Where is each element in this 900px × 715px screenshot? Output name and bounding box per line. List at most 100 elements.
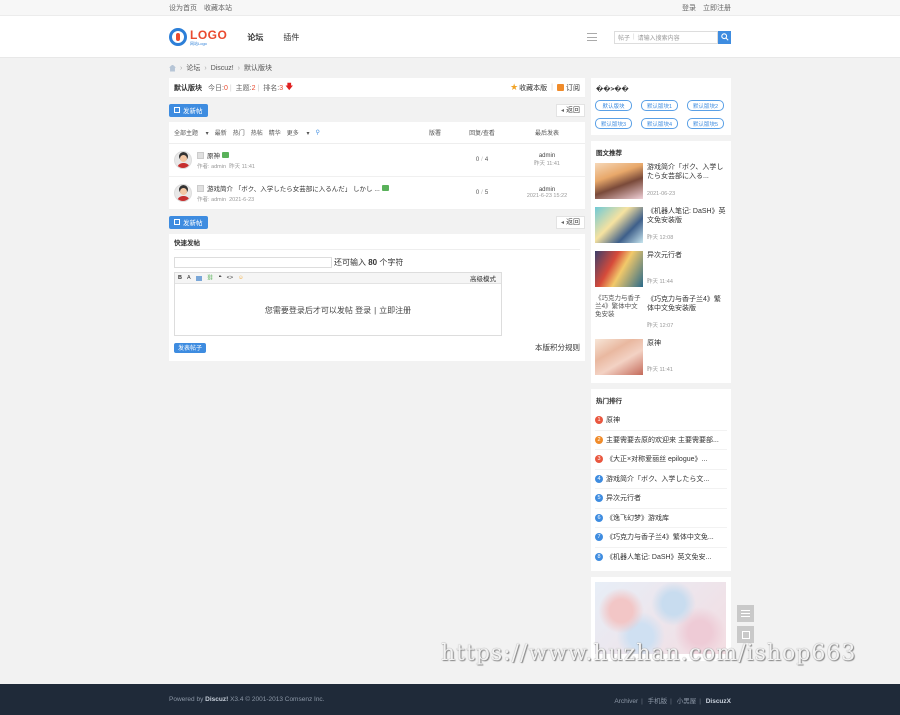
rank-item[interactable]: 8 《机器人笔记: DaSH》英文免安... [595, 548, 727, 568]
image-icon[interactable] [195, 275, 202, 281]
filter-latest[interactable]: 最新 [215, 128, 227, 137]
set-home-link[interactable]: 设为首页 [169, 5, 197, 12]
filter-hot[interactable]: 热门 [233, 128, 245, 137]
thread-title[interactable]: 游戏简介 「ボク、入学したら女芸部に入るんだ」 しかし ... [207, 183, 380, 193]
search-icon [720, 33, 729, 41]
float-list-button[interactable] [737, 605, 754, 622]
rank-item[interactable]: 7 《巧克力与香子兰4》繁体中文免... [595, 528, 727, 548]
pic-thumbnail[interactable] [595, 251, 643, 287]
rank-item[interactable]: 1 原神 [595, 411, 727, 431]
crumb-discuz[interactable]: Discuz! [211, 65, 234, 72]
last-post-time[interactable]: 昨天 11:41 [514, 159, 580, 167]
smile-icon[interactable]: ☺ [238, 275, 244, 281]
crumb-current[interactable]: 默认版块 [244, 63, 272, 73]
rank-count: 3 [279, 84, 284, 92]
back-button[interactable]: 返回 [555, 103, 585, 117]
rank-item[interactable]: 3 《大正×对称爱丽丝 epilogue》... [595, 450, 727, 470]
favorite-site-link[interactable]: 收藏本站 [204, 5, 232, 12]
site-logo[interactable]: LOGO 网站Logo [169, 28, 227, 46]
pic-title[interactable]: 原神 [647, 340, 673, 349]
home-icon[interactable] [169, 64, 176, 72]
main-content: 默认版块 今日:0 | 主题:2 | 排名:3 🡇 ★ 收藏本版 | 订阅 发新帖 … [169, 78, 585, 361]
nav-plugins[interactable]: 插件 [283, 32, 299, 43]
pic-item[interactable]: 原神 昨天 11:41 [591, 339, 731, 383]
submit-post-button[interactable]: 发表帖子 [174, 342, 207, 353]
thread-file-icon [197, 151, 204, 159]
thread-author[interactable]: admin [211, 197, 226, 203]
search-input[interactable]: 帖子 | 请输入搜索内容 [614, 30, 718, 44]
sidebar: ��>�� 默认版块 默认版块1 默认版块2 默认版块3 默认版块4 默认版块5… [591, 78, 731, 667]
thread-title[interactable]: 原神 [207, 150, 220, 160]
pic-thumbnail[interactable] [595, 163, 643, 199]
login-link[interactable]: 登录 [682, 5, 696, 12]
subforum-link[interactable]: 默认版块2 [687, 100, 724, 111]
pic-date: 昨天 12:08 [647, 235, 674, 241]
pic-thumbnail[interactable] [595, 339, 643, 375]
pic-item[interactable]: 异次元行者 昨天 11:44 [591, 251, 731, 295]
code-icon[interactable]: <> [227, 275, 233, 281]
pic-thumbnail[interactable] [595, 207, 643, 243]
search-scope[interactable]: 帖子 [618, 33, 630, 42]
subscribe-link[interactable]: 订阅 [566, 83, 580, 93]
menu-list-icon[interactable] [587, 33, 597, 41]
credit-rules-link[interactable]: 本版积分规则 [535, 342, 580, 353]
nav-forum[interactable]: 论坛 [247, 32, 263, 43]
subforum-title: ��>�� [596, 86, 629, 93]
col-header-2: 回复/查看 [469, 131, 495, 137]
filter-all[interactable]: 全部主题 ▾ [174, 128, 209, 137]
blackroom-link[interactable]: 小黑屋 [677, 698, 697, 705]
link-icon[interactable]: ⛓ [207, 275, 214, 281]
subject-input[interactable] [174, 257, 332, 268]
thread-row[interactable]: 游戏简介 「ボク、入学したら女芸部に入るんだ」 しかし ... 作者: admi… [169, 177, 585, 210]
archiver-link[interactable]: Archiver [614, 698, 638, 705]
new-post-button-bottom[interactable]: 发新帖 [169, 215, 208, 229]
filter-digest[interactable]: 精华 [269, 128, 281, 137]
last-post-time[interactable]: 2021-6-23 15:22 [514, 193, 580, 199]
pic-title[interactable]: 《机器人笔记: DaSH》英文免安装版 [647, 208, 727, 226]
advanced-mode-link[interactable]: 高级模式 [470, 273, 496, 283]
pic-title[interactable]: 异次元行者 [647, 252, 682, 261]
favorite-forum-link[interactable]: 收藏本版 [519, 83, 547, 93]
back-button-bottom[interactable]: 返回 [555, 215, 585, 229]
editor-register-link[interactable]: 立即注册 [379, 305, 411, 316]
discuzx-link[interactable]: DiscuzX [706, 698, 731, 705]
filter-hot-posts[interactable]: 热帖 [251, 128, 263, 137]
register-link[interactable]: 立即注册 [703, 5, 731, 12]
crumb-forum[interactable]: 论坛 [186, 63, 200, 73]
footer-brand[interactable]: Discuz! [205, 696, 228, 703]
subforum-link[interactable]: 默认版块4 [641, 118, 678, 129]
rank-item[interactable]: 4 游戏简介「ボク、入学したら文... [595, 470, 727, 489]
new-post-button[interactable]: 发新帖 [169, 103, 208, 117]
quote-icon[interactable]: ❝ [219, 275, 222, 281]
search-icon[interactable]: ⚲ [315, 129, 319, 136]
avatar[interactable] [174, 184, 192, 202]
post-editor[interactable]: B A ⛓ ❝ <> ☺ 高级模式 您需要登录后才可以发帖 登录 | 立即注册 [174, 272, 502, 336]
thread-row[interactable]: 原神 作者: admin 昨天 11:41 0/4 admin 昨天 11:41 [169, 144, 585, 177]
pic-item[interactable]: 游戏简介「ボク、入学したら女芸部に入る... 2021-06-23 [591, 163, 731, 207]
rank-down-icon: 🡇 [285, 81, 294, 91]
editor-body[interactable]: 您需要登录后才可以发帖 登录 | 立即注册 [175, 284, 501, 336]
mobile-link[interactable]: 手机版 [648, 698, 668, 705]
editor-login-link[interactable]: 登录 [355, 305, 371, 316]
pic-title[interactable]: 《巧克力与香子兰4》繁体中文免安装版 [647, 296, 727, 314]
search-button[interactable] [718, 30, 731, 44]
rank-item[interactable]: 6 《逸飞幻梦》游戏库 [595, 509, 727, 528]
subforum-link[interactable]: 默认版块1 [641, 100, 678, 111]
pic-title[interactable]: 游戏简介「ボク、入学したら女芸部に入る... [647, 164, 727, 182]
thread-counts: 0/4 [475, 157, 489, 163]
rank-item[interactable]: 5 异次元行者 [595, 489, 727, 509]
bold-button[interactable]: B [178, 275, 182, 281]
rank-item[interactable]: 2 主要需要去原的欢迎来 主要需要部... [595, 431, 727, 450]
font-color-button[interactable]: A [187, 275, 191, 281]
pic-item[interactable]: 《巧克力与香子兰4》繁体中文免安装 《巧克力与香子兰4》繁体中文免安装版 昨天 … [591, 295, 731, 339]
avatar[interactable] [174, 151, 192, 169]
thread-date: 2021-6-23 [229, 197, 255, 203]
subforum-link[interactable]: 默认版块3 [595, 118, 632, 129]
pic-thumbnail-broken[interactable]: 《巧克力与香子兰4》繁体中文免安装 [595, 295, 643, 331]
thread-author[interactable]: admin [211, 164, 226, 170]
filter-more[interactable]: 更多 ▾ [287, 128, 310, 137]
subforum-link[interactable]: 默认版块5 [687, 118, 724, 129]
subforum-link[interactable]: 默认版块 [595, 100, 632, 111]
pic-item[interactable]: 《机器人笔记: DaSH》英文免安装版 昨天 12:08 [591, 207, 731, 251]
forum-header: 默认版块 今日:0 | 主题:2 | 排名:3 🡇 ★ 收藏本版 | 订阅 [169, 78, 585, 98]
